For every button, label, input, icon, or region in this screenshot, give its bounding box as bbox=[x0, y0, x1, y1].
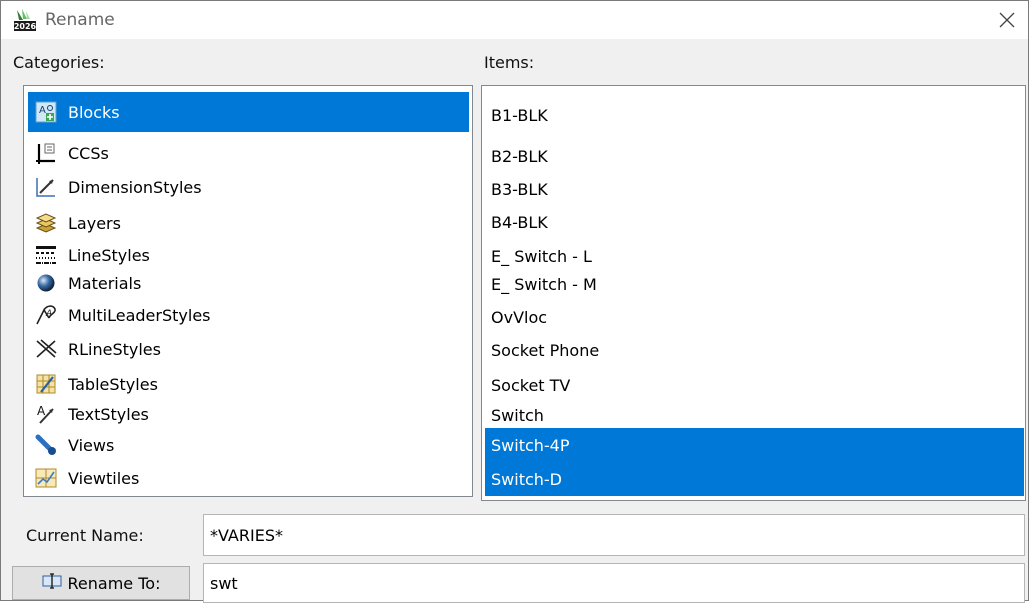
svg-text:A: A bbox=[39, 105, 46, 116]
blocks-icon: A bbox=[34, 100, 58, 124]
category-label: TableStyles bbox=[68, 374, 158, 394]
rename-to-button[interactable]: Rename To: bbox=[12, 566, 190, 600]
category-item-materials[interactable]: Materials bbox=[28, 270, 145, 296]
category-item-textstyles[interactable]: A TextStyles bbox=[28, 400, 153, 428]
item-label: Socket TV bbox=[491, 375, 571, 395]
list-item-selected[interactable]: Switch-4P bbox=[485, 428, 1024, 462]
title-bar: 2026 Rename bbox=[1, 1, 1028, 39]
list-item[interactable]: B3-BLK bbox=[485, 174, 1024, 204]
item-label: B3-BLK bbox=[491, 179, 548, 199]
window-title: Rename bbox=[45, 10, 115, 30]
item-label: Switch-D bbox=[491, 469, 562, 489]
category-label: Viewtiles bbox=[68, 468, 140, 488]
category-label: RLineStyles bbox=[68, 339, 161, 359]
viewtiles-icon bbox=[34, 466, 58, 490]
list-item[interactable]: Switch bbox=[485, 400, 1024, 430]
current-name-label: Current Name: bbox=[26, 526, 144, 545]
category-item-linestyles[interactable]: LineStyles bbox=[28, 242, 154, 268]
category-label: Materials bbox=[68, 273, 142, 293]
table-styles-icon bbox=[34, 372, 58, 396]
categories-list[interactable]: A Blocks CCSs DimensionStyles Layers Lin… bbox=[23, 85, 473, 497]
rename-to-field[interactable] bbox=[203, 563, 1025, 603]
svg-text:A: A bbox=[45, 309, 52, 319]
category-item-views[interactable]: Views bbox=[28, 430, 118, 460]
rename-icon bbox=[42, 573, 62, 593]
close-icon bbox=[999, 12, 1015, 28]
items-label: Items: bbox=[484, 53, 535, 72]
list-item[interactable]: OvVloc bbox=[485, 302, 1024, 332]
materials-icon bbox=[34, 271, 58, 295]
item-label: B4-BLK bbox=[491, 212, 548, 232]
category-label: Views bbox=[68, 435, 115, 455]
list-item[interactable]: Socket Phone bbox=[485, 335, 1024, 365]
list-item-selected[interactable]: Switch-D bbox=[485, 462, 1024, 496]
category-label: CCSs bbox=[68, 143, 109, 163]
category-label: MultiLeaderStyles bbox=[68, 305, 211, 325]
text-styles-icon: A bbox=[34, 402, 58, 426]
layers-icon bbox=[34, 211, 58, 235]
svg-text:A: A bbox=[37, 404, 46, 418]
category-label: Blocks bbox=[68, 102, 120, 122]
category-item-ccss[interactable]: CCSs bbox=[28, 138, 113, 168]
category-item-multileaderstyles[interactable]: A MultiLeaderStyles bbox=[28, 300, 215, 330]
category-item-rlinestyles[interactable]: RLineStyles bbox=[28, 334, 165, 364]
dimension-styles-icon bbox=[34, 175, 58, 199]
categories-label: Categories: bbox=[13, 53, 105, 72]
category-label: DimensionStyles bbox=[68, 177, 202, 197]
close-button[interactable] bbox=[992, 5, 1022, 35]
category-label: Layers bbox=[68, 213, 121, 233]
line-styles-icon bbox=[34, 243, 58, 267]
list-item[interactable]: B2-BLK bbox=[485, 141, 1024, 171]
item-label: Switch-4P bbox=[491, 435, 570, 455]
svg-text:2026: 2026 bbox=[14, 22, 37, 31]
list-item[interactable]: B1-BLK bbox=[485, 100, 1024, 130]
item-label: OvVloc bbox=[491, 307, 548, 327]
category-item-layers[interactable]: Layers bbox=[28, 208, 125, 238]
list-item[interactable]: Socket TV bbox=[485, 370, 1024, 400]
item-label: B2-BLK bbox=[491, 146, 548, 166]
rline-styles-icon bbox=[34, 337, 58, 361]
item-label: B1-BLK bbox=[491, 105, 548, 125]
current-name-field[interactable] bbox=[203, 514, 1025, 556]
category-item-dimensionstyles[interactable]: DimensionStyles bbox=[28, 172, 206, 202]
category-label: LineStyles bbox=[68, 245, 150, 265]
ccs-icon bbox=[34, 141, 58, 165]
multileader-styles-icon: A bbox=[34, 303, 58, 327]
list-item[interactable]: E_ Switch - L bbox=[485, 242, 1024, 270]
category-item-blocks[interactable]: A Blocks bbox=[28, 92, 469, 132]
views-icon bbox=[34, 433, 58, 457]
rename-dialog: 2026 Rename Categories: Items: A Blocks … bbox=[0, 0, 1029, 603]
category-item-viewtiles[interactable]: Viewtiles bbox=[28, 463, 143, 493]
list-item[interactable]: B4-BLK bbox=[485, 207, 1024, 237]
item-label: E_ Switch - L bbox=[491, 246, 592, 266]
category-label: TextStyles bbox=[68, 404, 149, 424]
app-logo-icon: 2026 bbox=[13, 8, 37, 32]
item-label: E_ Switch - M bbox=[491, 274, 597, 294]
item-label: Switch bbox=[491, 405, 544, 425]
item-label: Socket Phone bbox=[491, 340, 600, 360]
list-item[interactable]: E_ Switch - M bbox=[485, 270, 1024, 298]
rename-to-label: Rename To: bbox=[67, 573, 161, 593]
items-list[interactable]: B1-BLK B2-BLK B3-BLK B4-BLK E_ Switch - … bbox=[481, 85, 1026, 501]
category-item-tablestyles[interactable]: TableStyles bbox=[28, 369, 162, 399]
